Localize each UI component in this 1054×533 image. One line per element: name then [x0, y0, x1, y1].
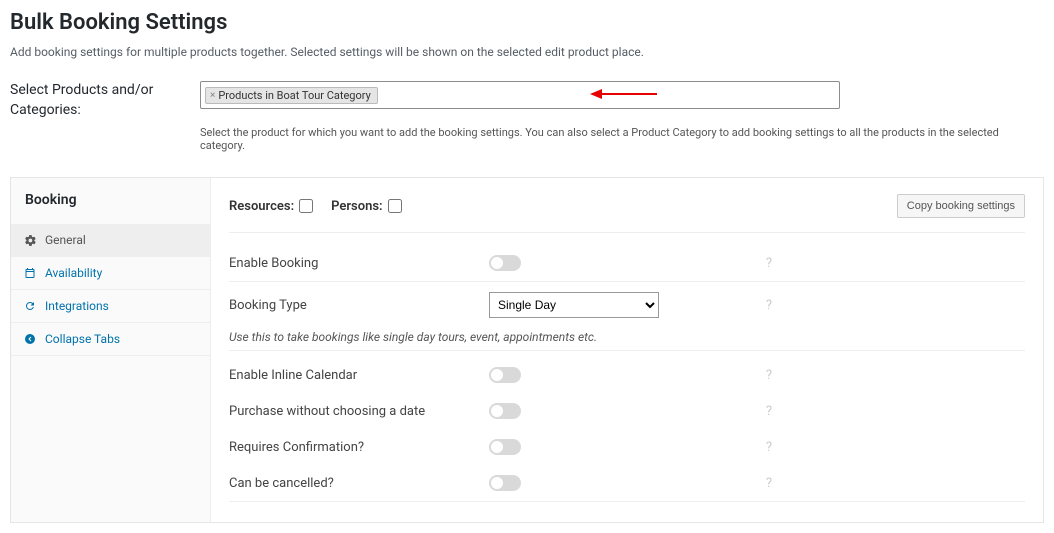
booking-type-hint: Use this to take bookings like single da…: [229, 330, 1025, 344]
can-be-cancelled-label: Can be cancelled?: [229, 476, 489, 491]
booking-type-label: Booking Type: [229, 298, 489, 313]
page-title: Bulk Booking Settings: [10, 10, 1044, 35]
selected-chip[interactable]: × Products in Boat Tour Category: [205, 87, 378, 104]
help-icon[interactable]: ?: [749, 476, 789, 491]
sidebar-title: Booking: [11, 178, 210, 224]
resources-label-text: Resources:: [229, 199, 294, 214]
refresh-icon: [23, 299, 37, 313]
persons-label-text: Persons:: [331, 199, 382, 214]
collapse-icon: [23, 332, 37, 346]
persons-checkbox[interactable]: [388, 199, 402, 213]
resources-checkbox-label[interactable]: Resources:: [229, 199, 313, 214]
copy-booking-settings-button[interactable]: Copy booking settings: [897, 194, 1025, 218]
enable-inline-label: Enable Inline Calendar: [229, 368, 489, 383]
sidebar-item-label: Collapse Tabs: [45, 332, 120, 346]
sidebar-item-integrations[interactable]: Integrations: [11, 290, 210, 323]
enable-inline-toggle[interactable]: [489, 367, 521, 383]
purchase-without-label: Purchase without choosing a date: [229, 404, 489, 419]
requires-confirmation-toggle[interactable]: [489, 439, 521, 455]
booking-type-select[interactable]: Single Day: [489, 292, 659, 318]
sidebar-item-label: Integrations: [45, 299, 109, 313]
annotation-arrow: [590, 89, 657, 99]
calendar-icon: [23, 266, 37, 280]
sidebar-item-collapse[interactable]: Collapse Tabs: [11, 323, 210, 356]
resources-checkbox[interactable]: [299, 199, 313, 213]
help-icon[interactable]: ?: [749, 298, 789, 313]
select-products-input[interactable]: × Products in Boat Tour Category: [200, 81, 840, 109]
purchase-without-toggle[interactable]: [489, 403, 521, 419]
select-products-help: Select the product for which you want to…: [200, 126, 1044, 152]
sidebar-item-availability[interactable]: Availability: [11, 257, 210, 290]
select-products-label: Select Products and/or Categories:: [10, 81, 200, 120]
can-be-cancelled-toggle[interactable]: [489, 475, 521, 491]
chip-remove-icon[interactable]: ×: [210, 90, 215, 101]
sidebar-item-label: Availability: [45, 266, 102, 280]
help-icon[interactable]: ?: [749, 368, 789, 383]
sidebar-item-label: General: [45, 233, 86, 247]
help-icon[interactable]: ?: [749, 256, 789, 271]
gear-icon: [23, 233, 37, 247]
page-subtitle: Add booking settings for multiple produc…: [10, 45, 1044, 59]
sidebar-item-general[interactable]: General: [11, 224, 210, 257]
enable-booking-label: Enable Booking: [229, 256, 489, 271]
help-icon[interactable]: ?: [749, 404, 789, 419]
chip-label: Products in Boat Tour Category: [218, 89, 370, 102]
enable-booking-toggle[interactable]: [489, 255, 521, 271]
persons-checkbox-label[interactable]: Persons:: [331, 199, 401, 214]
help-icon[interactable]: ?: [749, 440, 789, 455]
requires-confirmation-label: Requires Confirmation?: [229, 440, 489, 455]
